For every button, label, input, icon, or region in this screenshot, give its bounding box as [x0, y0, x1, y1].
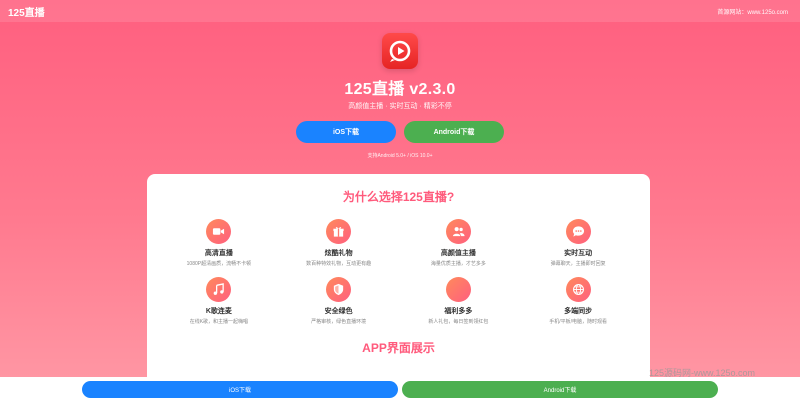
feature-desc: 1080P超清画质，流畅不卡顿	[186, 261, 252, 267]
brand-name: 125直播	[8, 7, 45, 19]
feature-item: 高颜值主播 海量优质主播，才艺多多	[399, 219, 519, 267]
feature-item: 炫酷礼物 数百种特效礼物，互动更有趣	[279, 219, 399, 267]
app-subtitle: 高颜值主播 · 实时互动 · 精彩不停	[348, 103, 452, 110]
android-download-button[interactable]: Android下载	[404, 121, 504, 143]
bottom-android-download-button[interactable]: Android下载	[402, 380, 718, 398]
bottom-download-bar: iOS下载 Android下载	[0, 377, 800, 401]
app-screens-title: APP界面展示	[362, 341, 435, 355]
users-icon	[445, 219, 471, 244]
features-card: 为什么选择125直播? 高清直播 1080P超清画质，流畅不卡顿 炫酷礼物 数百…	[147, 174, 650, 394]
feature-title: 多端同步	[564, 308, 593, 315]
badge-icon	[445, 277, 471, 302]
system-requirements: 支持Android 5.0+ / iOS 10.0+	[367, 153, 433, 159]
app-title: 125直播 v2.3.0	[344, 81, 456, 98]
feature-desc: 弹幕聊天，主播即时回复	[550, 261, 606, 267]
music-note-icon	[206, 277, 232, 302]
feature-title: 高清直播	[204, 250, 233, 257]
feature-item: 安全绿色 严格审核，绿色直播环境	[279, 277, 399, 325]
feature-desc: 在线K歌，和主播一起嗨唱	[189, 319, 249, 325]
site-note: 首源网站：www.125o.com	[717, 9, 788, 16]
top-bar: 125直播 首源网站：www.125o.com	[0, 0, 800, 22]
feature-item: 高清直播 1080P超清画质，流畅不卡顿	[159, 219, 279, 267]
why-choose-title: 为什么选择125直播?	[342, 190, 455, 204]
feature-item: 实时互动 弹幕聊天，主播即时回复	[518, 219, 638, 267]
gift-icon	[326, 219, 352, 244]
feature-title: 福利多多	[444, 308, 473, 315]
feature-title: 炫酷礼物	[324, 250, 353, 257]
feature-item: K歌连麦 在线K歌，和主播一起嗨唱	[159, 277, 279, 325]
feature-desc: 数百种特效礼物，互动更有趣	[306, 261, 372, 267]
feature-title: 安全绿色	[324, 308, 353, 315]
feature-title: 高颜值主播	[440, 250, 476, 257]
hero-download-buttons: iOS下载 Android下载	[0, 121, 800, 143]
app-logo-icon	[382, 33, 418, 69]
feature-desc: 海量优质主播，才艺多多	[430, 261, 486, 267]
video-camera-icon	[206, 219, 232, 244]
feature-title: 实时互动	[564, 250, 593, 257]
globe-icon	[565, 277, 591, 302]
feature-item: 福利多多 新人礼包，每日签到领红包	[399, 277, 519, 325]
feature-desc: 严格审核，绿色直播环境	[311, 319, 367, 325]
bottom-ios-download-button[interactable]: iOS下载	[82, 380, 398, 398]
chat-bubble-icon	[565, 219, 591, 244]
feature-grid: 高清直播 1080P超清画质，流畅不卡顿 炫酷礼物 数百种特效礼物，互动更有趣 …	[159, 219, 638, 325]
ios-download-button[interactable]: iOS下载	[296, 121, 396, 143]
shield-icon	[326, 277, 352, 302]
feature-desc: 手机/平板/电脑，随时观看	[549, 319, 608, 325]
feature-item: 多端同步 手机/平板/电脑，随时观看	[518, 277, 638, 325]
feature-title: K歌连麦	[205, 308, 232, 315]
feature-desc: 新人礼包，每日签到领红包	[428, 319, 489, 325]
hero-section: 125直播 v2.3.0 高颜值主播 · 实时互动 · 精彩不停 iOS下载 A…	[0, 33, 800, 159]
